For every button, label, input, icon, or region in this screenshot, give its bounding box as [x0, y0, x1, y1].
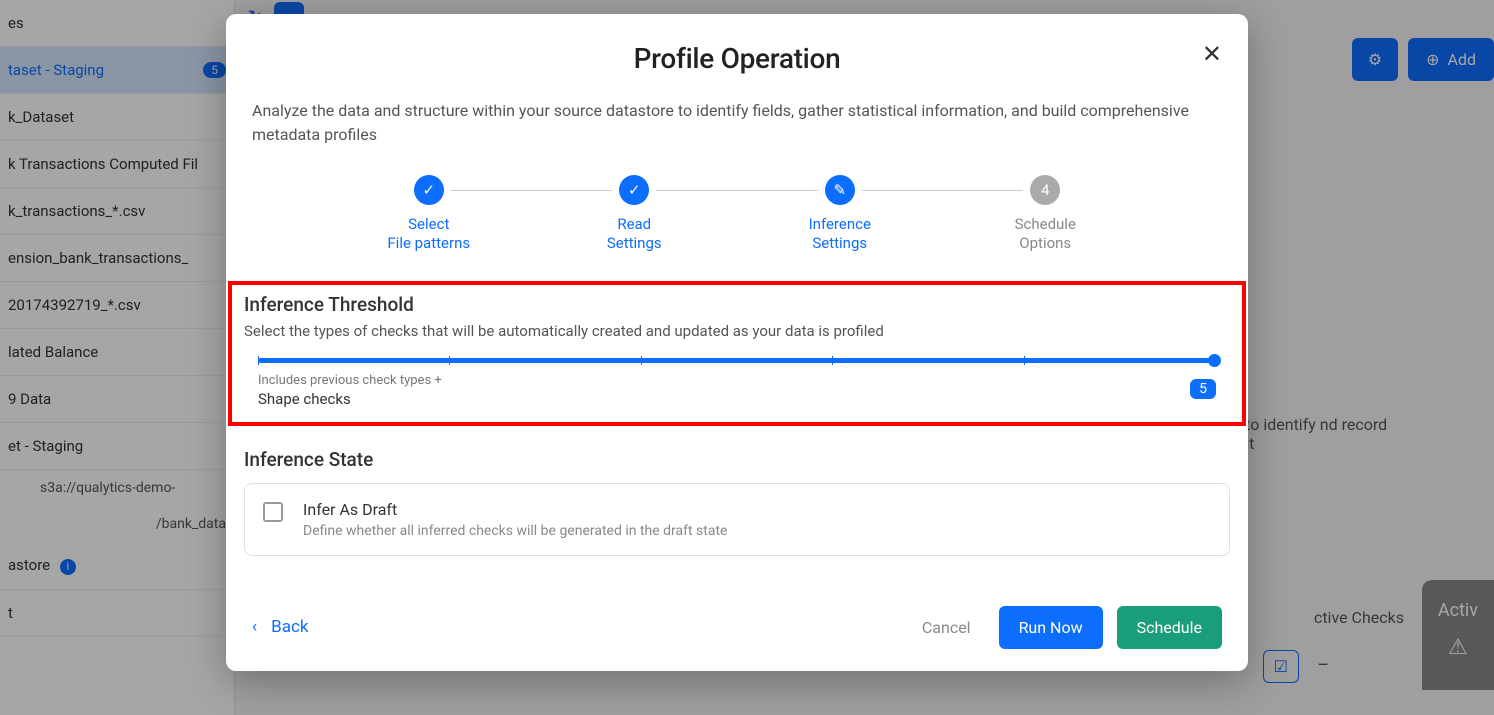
infer-as-draft-desc: Define whether all inferred checks will … — [303, 523, 727, 539]
step-circle-done: ✓ — [619, 175, 649, 205]
inference-state-title: Inference State — [226, 448, 1248, 471]
run-now-button[interactable]: Run Now — [999, 606, 1103, 649]
step-read-settings[interactable]: ✓ Read Settings — [532, 175, 738, 253]
check-icon: ✓ — [628, 181, 641, 199]
stepper: ✓ Select File patterns ✓ Read Settings ✎… — [226, 175, 1248, 253]
step-label: Read Settings — [607, 215, 662, 253]
close-button[interactable]: ✕ — [1202, 42, 1222, 66]
step-circle-pending: 4 — [1030, 175, 1060, 205]
modal-description: Analyze the data and structure within yo… — [226, 99, 1248, 147]
step-label: Inference Settings — [809, 215, 871, 253]
check-icon: ✓ — [422, 181, 435, 199]
infer-as-draft-label: Infer As Draft — [303, 500, 727, 519]
chevron-left-icon: ‹ — [252, 617, 257, 637]
modal-footer: ‹ Back Cancel Run Now Schedule — [226, 606, 1248, 649]
slider-caption: Includes previous check types + — [258, 373, 442, 388]
slider-value-badge: 5 — [1190, 379, 1216, 399]
step-circle-current: ✎ — [825, 175, 855, 205]
step-select-file-patterns[interactable]: ✓ Select File patterns — [326, 175, 532, 253]
infer-as-draft-option[interactable]: Infer As Draft Define whether all inferr… — [244, 483, 1230, 556]
slider-check-type: Shape checks — [258, 390, 442, 408]
inference-threshold-desc: Select the types of checks that will be … — [244, 322, 1230, 340]
step-label: Schedule Options — [1015, 215, 1076, 253]
step-circle-done: ✓ — [414, 175, 444, 205]
infer-as-draft-checkbox[interactable] — [263, 502, 283, 522]
pencil-icon: ✎ — [833, 181, 846, 199]
inference-threshold-slider[interactable] — [244, 358, 1230, 363]
step-inference-settings[interactable]: ✎ Inference Settings — [737, 175, 943, 253]
close-icon: ✕ — [1202, 40, 1222, 68]
slider-thumb[interactable] — [1208, 354, 1221, 367]
back-button[interactable]: ‹ Back — [252, 617, 308, 637]
cancel-button[interactable]: Cancel — [908, 608, 985, 647]
profile-operation-modal: ✕ Profile Operation Analyze the data and… — [226, 14, 1248, 671]
step-label: Select File patterns — [387, 215, 470, 253]
modal-title: Profile Operation — [226, 42, 1248, 75]
schedule-button[interactable]: Schedule — [1117, 606, 1222, 649]
back-label: Back — [271, 617, 308, 637]
inference-threshold-section: Inference Threshold Select the types of … — [228, 281, 1246, 426]
step-schedule-options[interactable]: 4 Schedule Options — [943, 175, 1149, 253]
inference-threshold-title: Inference Threshold — [244, 293, 1230, 316]
